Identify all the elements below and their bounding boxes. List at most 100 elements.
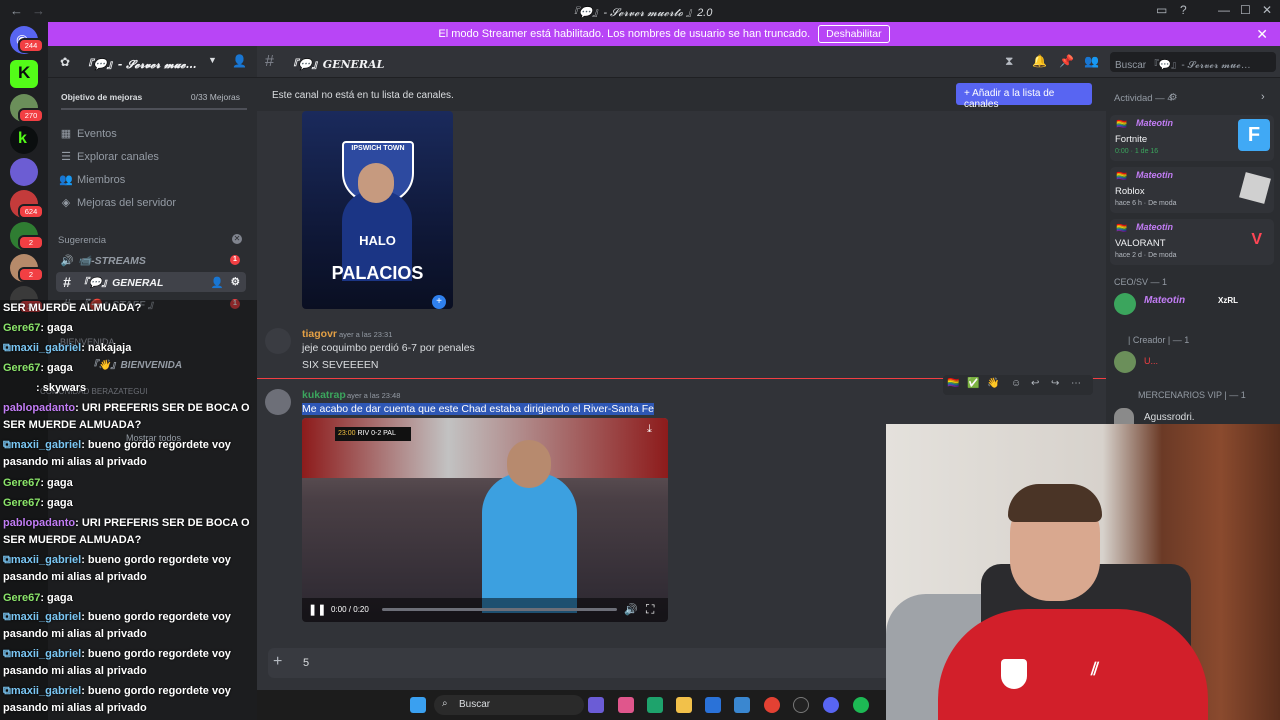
activity-card[interactable]: 🏳️‍🌈 Mateotin Roblox hace 6 h · De moda [1110, 167, 1274, 213]
chat-user: maxii_gabriel [10, 554, 82, 566]
download-icon[interactable]: ⤓ [647, 423, 652, 436]
app-icon[interactable] [793, 697, 809, 713]
activity-title: Actividad — 4 [1114, 93, 1173, 104]
app-icon[interactable] [734, 697, 750, 713]
video-controls: ❚❚ 0:00 / 0:20 🔊 ⛶ [302, 598, 668, 622]
fullscreen-icon[interactable]: ⛶ [646, 602, 654, 617]
activity-meta: hace 6 h · De moda [1115, 200, 1177, 207]
activity-card[interactable]: 🏳️‍🌈 Mateotin VALORANT hace 2 d · De mod… [1110, 219, 1274, 265]
activity-user: Mateotin [1136, 170, 1173, 180]
message-text: SIX SEVEEEEN [302, 359, 379, 371]
activity-meta: 0:00 · 1 de 16 [1115, 148, 1159, 155]
windows-start-icon[interactable] [410, 697, 426, 713]
avatar-icon: 🏳️‍🌈 [1116, 223, 1128, 233]
server-boosts-link[interactable]: ◈ Mejoras del servidor [58, 196, 176, 210]
members-icon: 👥 [59, 174, 73, 186]
more-icon[interactable]: ⋯ [1071, 378, 1081, 389]
browse-icon: ☰ [61, 151, 71, 163]
boost-goal-count: 0/33 Mejoras [190, 92, 240, 102]
plus-icon: + [432, 295, 446, 309]
member-name[interactable]: U... [1144, 356, 1158, 366]
disable-streamer-button[interactable]: Deshabilitar [818, 25, 890, 43]
activity-user: Mateotin [1136, 222, 1173, 232]
attach-plus-icon[interactable]: + [273, 653, 282, 671]
edge-icon[interactable] [647, 697, 663, 713]
folder-icon[interactable] [676, 697, 692, 713]
kick-server-icon[interactable]: K [10, 60, 38, 88]
maximize-icon[interactable]: ☐ [1240, 3, 1251, 17]
pause-icon[interactable]: ❚❚ [308, 603, 326, 616]
events-link[interactable]: ▦ Eventos [58, 127, 117, 141]
add-to-channel-list-button[interactable]: + Añadir a la lista de canales [956, 83, 1092, 110]
video-player[interactable]: 23:00 RIV 0-2 PAL ⤓ ❚❚ 0:00 / 0:20 🔊 ⛶ [302, 418, 668, 622]
rainbow-flag-icon[interactable]: 🏳️‍🌈 [947, 378, 959, 389]
pin-icon[interactable]: 📌 [1059, 54, 1074, 68]
player-head [358, 163, 394, 203]
chat-user: Gere67 [3, 477, 41, 489]
add-reaction-icon[interactable]: ☺ [1011, 378, 1021, 389]
tag-icon: ⧉ [3, 342, 11, 354]
app-icon[interactable] [618, 697, 634, 713]
browse-channels-link[interactable]: ☰ Explorar canales [58, 150, 159, 164]
channel-general[interactable]: # 『💬』GENERAL 👤 ⚙ [56, 272, 246, 292]
check-icon[interactable]: ✅ [967, 378, 979, 389]
wave-icon[interactable]: 👋 [987, 378, 999, 389]
guild-header[interactable]: ✿ 『💬』- 𝓢𝓮𝓻𝓿𝓮𝓻 𝓶𝓾𝓮… ▼ 👤 [48, 46, 257, 78]
chrome-icon[interactable] [764, 697, 780, 713]
chevron-right-icon[interactable]: › [1261, 91, 1265, 103]
message-input[interactable]: 5 [303, 657, 309, 669]
members-list-icon[interactable]: 👥 [1084, 54, 1099, 68]
close-window-icon[interactable]: ✕ [1262, 3, 1272, 17]
bell-icon[interactable]: 🔔 [1032, 54, 1047, 68]
kick-server-icon[interactable]: k [10, 126, 38, 154]
banner-text: El modo Streamer está habilitado. Los no… [438, 28, 811, 40]
message-timestamp: ayer a las 23:31 [339, 330, 393, 339]
chat-line: SER MUERDE ALMUADA? [3, 300, 253, 317]
discord-icon[interactable] [823, 697, 839, 713]
avatar[interactable] [265, 328, 291, 354]
chat-line: : skywars [36, 380, 286, 397]
add-user-icon[interactable]: 👤 [232, 54, 247, 68]
avatar[interactable] [265, 389, 291, 415]
dismiss-suggestion-icon[interactable]: ✕ [232, 234, 242, 244]
chat-user: pablopadanto [3, 517, 76, 529]
team-name: IPSWICH TOWN [351, 145, 405, 152]
activity-card[interactable]: 🏳️‍🌈 Mateotin Fortnite 0:00 · 1 de 16 F [1110, 115, 1274, 161]
chat-text: : gaga [40, 592, 73, 604]
spotify-icon[interactable] [853, 697, 869, 713]
video-time: 0:00 / 0:20 [331, 605, 369, 614]
avatar[interactable] [1114, 351, 1136, 373]
message-actions: 🏳️‍🌈 ✅ 👋 ☺ ↩ ↪ ⋯ [943, 375, 1093, 395]
video-progress-bar[interactable] [382, 608, 617, 611]
inbox-icon[interactable]: ▭ [1156, 3, 1167, 17]
member-name[interactable]: Agussrodri. [1144, 412, 1195, 423]
chat-text: : gaga [40, 477, 73, 489]
taskbar-search[interactable]: ⌕ Buscar [434, 695, 584, 715]
help-icon[interactable]: ? [1180, 3, 1187, 17]
minimize-icon[interactable]: — [1218, 3, 1230, 17]
members-link[interactable]: 👥 Miembros [58, 173, 125, 187]
gear-icon[interactable]: ⚙ [231, 276, 240, 288]
channel-streams-label: 📹-STREAMS [78, 254, 146, 267]
message-author[interactable]: tiagovr [302, 328, 337, 340]
reply-icon[interactable]: ↩ [1031, 378, 1039, 389]
threads-icon[interactable]: ⧗ [1005, 54, 1013, 69]
forward-icon[interactable]: ↪ [1051, 378, 1059, 389]
app-icon[interactable] [588, 697, 604, 713]
server-icon[interactable] [10, 158, 38, 186]
chat-text: : nakajaja [81, 342, 132, 354]
image-attachment[interactable]: IPSWICH TOWN HALO PALACIOS + [302, 111, 453, 309]
avatar[interactable] [1114, 293, 1136, 315]
search-input[interactable]: Buscar 『💬』- 𝓢𝓮𝓻𝓿𝓮𝓻 𝓶𝓾𝓮… [1110, 52, 1276, 72]
close-icon[interactable]: ✕ [1256, 26, 1268, 43]
volume-icon[interactable]: 🔊 [624, 603, 638, 616]
invite-icon[interactable]: 👤 [211, 276, 224, 289]
channel-streams[interactable]: 🔊 📹-STREAMS 1 [56, 250, 246, 270]
tag-icon: ⧉ [3, 554, 11, 566]
gear-icon[interactable]: ⚙ [1169, 92, 1178, 103]
message-author[interactable]: kukatrap [302, 389, 346, 401]
boost-goal[interactable]: Objetivo de mejoras 0/33 Mejoras [54, 84, 254, 110]
member-name[interactable]: Mateotin [1144, 295, 1185, 306]
valorant-icon: V [1251, 231, 1262, 248]
store-icon[interactable] [705, 697, 721, 713]
